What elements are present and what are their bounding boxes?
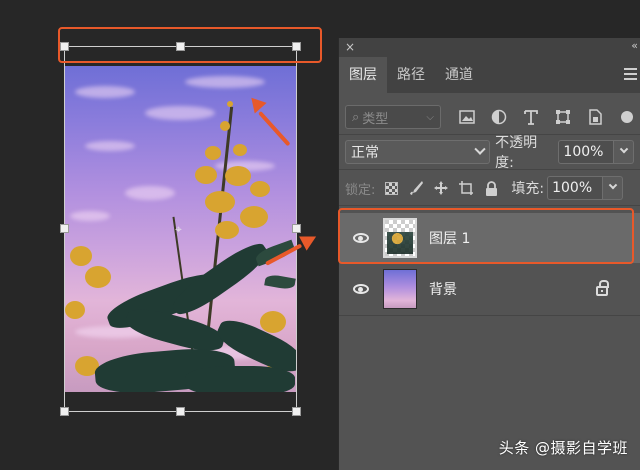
fill-dropdown-button[interactable]	[603, 176, 624, 200]
smart-object-filter-icon[interactable]	[585, 107, 605, 127]
lock-image-pixels-icon[interactable]	[408, 180, 424, 196]
panel-tabs: 图层 路径 通道	[339, 57, 640, 93]
panel-menu-icon[interactable]	[624, 68, 637, 83]
transform-handle-bottom-right[interactable]	[292, 407, 301, 416]
lock-label: 锁定:	[345, 182, 376, 198]
opacity-label: 不透明度:	[495, 135, 538, 171]
blend-mode-select[interactable]: 正常	[345, 140, 491, 164]
reference-point-icon[interactable]: ⌖	[175, 223, 182, 235]
transform-handle-middle-right[interactable]	[292, 224, 301, 233]
chevron-down-icon	[474, 143, 486, 155]
layer-filter-row: ⌕ 类型 ⌵	[345, 104, 636, 130]
visibility-toggle[interactable]	[339, 284, 383, 294]
chevron-down-icon: ⌵	[426, 111, 434, 123]
transform-handle-middle-left[interactable]	[60, 224, 69, 233]
layer-name[interactable]: 背景	[429, 279, 457, 299]
search-icon: ⌕	[352, 109, 360, 125]
close-panel-icon[interactable]: ×	[345, 40, 355, 54]
transform-handle-bottom-left[interactable]	[60, 407, 69, 416]
layer-thumbnail	[383, 269, 417, 309]
fill-label: 填充:	[511, 181, 545, 197]
shape-filter-icon[interactable]	[553, 107, 573, 127]
filter-kind-placeholder: 类型	[362, 111, 389, 127]
opacity-dropdown-button[interactable]	[614, 140, 634, 164]
tab-layers[interactable]: 图层	[339, 57, 387, 93]
annotation-highlight-top-edge	[58, 27, 322, 63]
filter-toggle-switch[interactable]	[621, 111, 633, 123]
fill-input[interactable]: 100%	[547, 176, 604, 200]
lock-fill-row: 锁定: 填充: 100%	[345, 175, 634, 201]
transform-handle-bottom-center[interactable]	[176, 407, 185, 416]
annotation-highlight-layer1	[338, 208, 634, 264]
adjustment-filter-icon[interactable]	[489, 107, 509, 127]
blend-opacity-row: 正常 不透明度: 100%	[345, 135, 634, 171]
type-filter-icon[interactable]	[521, 107, 541, 127]
panel-titlebar: × «	[339, 38, 640, 57]
eye-icon	[353, 284, 369, 294]
document-canvas[interactable]: ⌖	[0, 0, 338, 470]
lock-position-icon[interactable]	[433, 180, 449, 196]
lock-all-icon[interactable]	[483, 180, 499, 196]
opacity-input[interactable]: 100%	[558, 140, 615, 164]
watermark-text: 头条 @摄影自学班	[498, 439, 628, 457]
collapse-panel-icon[interactable]: «	[631, 39, 638, 52]
chevron-down-icon	[619, 144, 628, 154]
chevron-down-icon	[608, 180, 617, 190]
lock-icon	[596, 280, 609, 296]
lock-artboard-icon[interactable]	[458, 180, 474, 196]
lock-transparent-pixels-icon[interactable]	[383, 180, 399, 196]
tab-channels[interactable]: 通道	[435, 57, 483, 93]
image-filter-icon[interactable]	[457, 107, 477, 127]
filter-kind-select[interactable]: ⌕ 类型 ⌵	[345, 105, 441, 129]
layer-row-background[interactable]: 背景	[339, 264, 640, 314]
blend-mode-value: 正常	[351, 145, 379, 161]
tab-paths[interactable]: 路径	[387, 57, 435, 93]
